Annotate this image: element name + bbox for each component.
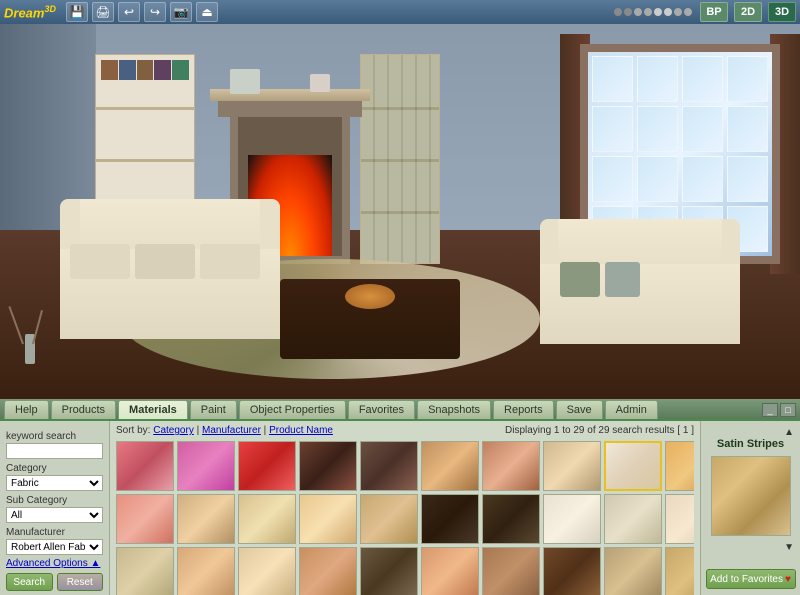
nav-tabs: Help Products Materials Paint Object Pro… (0, 399, 800, 421)
bottom-panel: keyword search Category Fabric Sub Categ… (0, 421, 800, 595)
maximize-button[interactable]: □ (780, 403, 796, 417)
material-swatch-11[interactable] (177, 494, 235, 544)
sort-manufacturer-link[interactable]: Manufacturer (202, 425, 261, 436)
add-to-favorites-button[interactable]: Add to Favorites ♥ (706, 569, 796, 589)
material-swatch-15[interactable] (421, 494, 479, 544)
material-swatch-29[interactable] (665, 547, 694, 595)
scroll-down-arrow[interactable]: ▼ (784, 542, 794, 553)
toolbar: Dream3D 💾 🖨 ↩ ↪ 📷 ⏏ BP 2D 3D (0, 0, 800, 24)
bp-view-button[interactable]: BP (700, 2, 728, 22)
sort-bar: Sort by: Category | Manufacturer | Produ… (116, 425, 333, 436)
tab-favorites[interactable]: Favorites (348, 400, 415, 419)
materials-grid (116, 441, 694, 595)
undo-icon[interactable]: ↩ (118, 2, 140, 22)
material-swatch-25[interactable] (421, 547, 479, 595)
material-preview (711, 456, 791, 536)
2d-view-button[interactable]: 2D (734, 2, 762, 22)
tab-materials[interactable]: Materials (118, 400, 188, 419)
coffee-table (280, 279, 460, 359)
material-swatch-27[interactable] (543, 547, 601, 595)
material-swatch-14[interactable] (360, 494, 418, 544)
tab-products[interactable]: Products (51, 400, 116, 419)
3d-viewport[interactable] (0, 24, 800, 399)
keyword-label: keyword search (6, 431, 103, 442)
print-icon[interactable]: 🖨 (92, 2, 114, 22)
material-swatch-20[interactable] (116, 547, 174, 595)
add-fav-label: Add to Favorites (710, 574, 783, 585)
minimize-button[interactable]: _ (762, 403, 778, 417)
camera-icon[interactable]: 📷 (170, 2, 192, 22)
material-swatch-5[interactable] (421, 441, 479, 491)
save-icon[interactable]: 💾 (66, 2, 88, 22)
subcategory-select[interactable]: All (6, 507, 103, 523)
scroll-up-arrow[interactable]: ▲ (784, 427, 794, 438)
material-swatch-0[interactable] (116, 441, 174, 491)
results-count: Displaying 1 to 29 of 29 search results … (505, 425, 694, 436)
material-swatch-22[interactable] (238, 547, 296, 595)
search-button[interactable]: Search (6, 573, 53, 591)
material-swatch-10[interactable] (116, 494, 174, 544)
tab-snapshots[interactable]: Snapshots (417, 400, 491, 419)
material-swatch-19[interactable] (665, 494, 694, 544)
subcategory-label: Sub Category (6, 495, 103, 506)
material-swatch-1[interactable] (177, 441, 235, 491)
material-swatch-16[interactable] (482, 494, 540, 544)
bookcase-right (360, 54, 440, 264)
manufacturer-label: Manufacturer (6, 527, 103, 538)
app-logo: Dream3D (4, 4, 56, 20)
material-swatch-3[interactable] (299, 441, 357, 491)
heart-icon: ♥ (785, 574, 791, 585)
material-name: Satin Stripes (717, 438, 784, 450)
material-swatch-26[interactable] (482, 547, 540, 595)
advanced-options-link[interactable]: Advanced Options ▲ (6, 558, 103, 569)
material-swatch-2[interactable] (238, 441, 296, 491)
material-swatch-6[interactable] (482, 441, 540, 491)
tab-save[interactable]: Save (556, 400, 603, 419)
tab-object-properties[interactable]: Object Properties (239, 400, 346, 419)
sort-category-link[interactable]: Category (153, 425, 194, 436)
material-swatch-18[interactable] (604, 494, 662, 544)
material-swatch-7[interactable] (543, 441, 601, 491)
keyword-input[interactable] (6, 443, 103, 459)
material-swatch-4[interactable] (360, 441, 418, 491)
sofa-right (540, 254, 740, 344)
category-select[interactable]: Fabric (6, 475, 103, 491)
material-swatch-21[interactable] (177, 547, 235, 595)
material-swatch-12[interactable] (238, 494, 296, 544)
material-swatch-28[interactable] (604, 547, 662, 595)
redo-icon[interactable]: ↪ (144, 2, 166, 22)
material-swatch-23[interactable] (299, 547, 357, 595)
material-swatch-13[interactable] (299, 494, 357, 544)
3d-view-button[interactable]: 3D (768, 2, 796, 22)
sofa-left (60, 239, 280, 339)
left-sidebar: keyword search Category Fabric Sub Categ… (0, 421, 110, 595)
decorative-plant (20, 284, 40, 364)
right-info-panel: ▲ Satin Stripes ▼ Add to Favorites ♥ (700, 421, 800, 595)
tab-admin[interactable]: Admin (605, 400, 658, 419)
material-swatch-8[interactable] (604, 441, 662, 491)
reset-button[interactable]: Reset (57, 573, 104, 591)
material-swatch-17[interactable] (543, 494, 601, 544)
material-swatch-9[interactable] (665, 441, 694, 491)
mantle (210, 89, 370, 101)
tab-help[interactable]: Help (4, 400, 49, 419)
tab-paint[interactable]: Paint (190, 400, 237, 419)
eject-icon[interactable]: ⏏ (196, 2, 218, 22)
main-content: Sort by: Category | Manufacturer | Produ… (110, 421, 700, 595)
manufacturer-select[interactable]: Robert Allen Fabrics (6, 539, 103, 555)
category-label: Category (6, 463, 103, 474)
sort-product-name-link[interactable]: Product Name (269, 425, 333, 436)
material-swatch-24[interactable] (360, 547, 418, 595)
tab-reports[interactable]: Reports (493, 400, 554, 419)
